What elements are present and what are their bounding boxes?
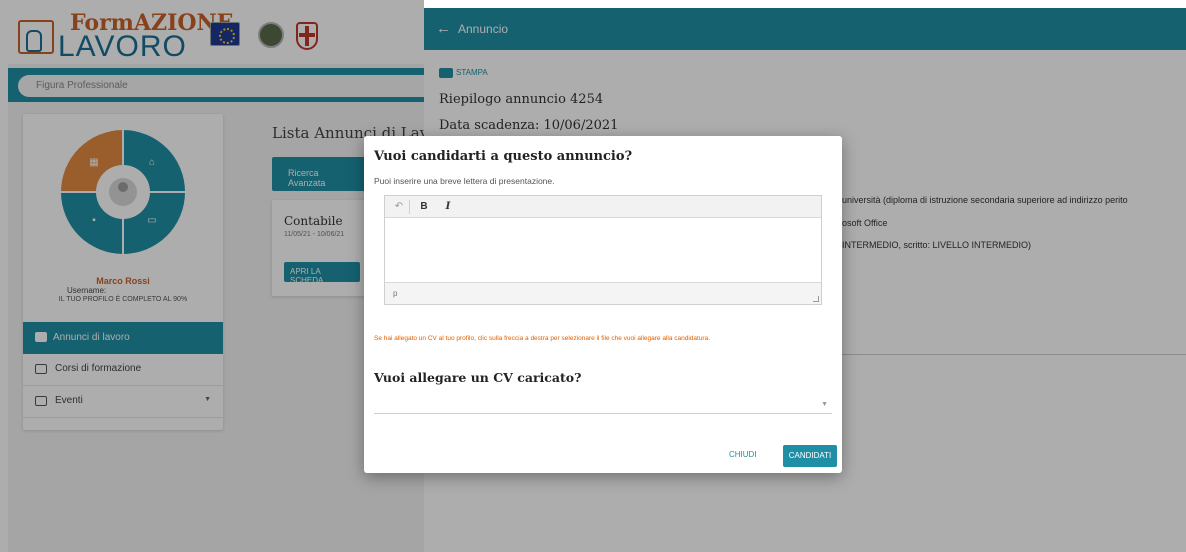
cover-letter-textarea[interactable] [385, 218, 821, 282]
bold-button[interactable]: B [415, 199, 433, 215]
chevron-down-icon[interactable]: ▼ [821, 401, 828, 408]
italic-button[interactable]: I [439, 199, 457, 215]
left-overlay [0, 0, 424, 552]
cv-select[interactable]: ▼ [374, 396, 832, 414]
editor-toolbar: ↶ B I [385, 196, 821, 218]
cv-heading: Vuoi allegare un CV caricato? [374, 370, 582, 385]
apply-dialog: Vuoi candidarti a questo annuncio? Puoi … [364, 136, 842, 473]
dialog-title: Vuoi candidarti a questo annuncio? [374, 149, 633, 164]
close-button[interactable]: CHIUDI [729, 450, 757, 459]
apply-button[interactable]: CANDIDATI [783, 445, 837, 467]
editor-statusbar: p [385, 282, 821, 304]
editor-element-path: p [393, 289, 398, 298]
resize-handle[interactable] [813, 296, 819, 302]
cover-letter-editor: ↶ B I p [384, 195, 822, 305]
dialog-subtitle: Puoi inserire una breve lettera di prese… [374, 176, 555, 186]
cv-instruction-note: Se hai allegato un CV al tuo profilo, cl… [374, 335, 711, 342]
undo-icon[interactable]: ↶ [390, 199, 408, 215]
